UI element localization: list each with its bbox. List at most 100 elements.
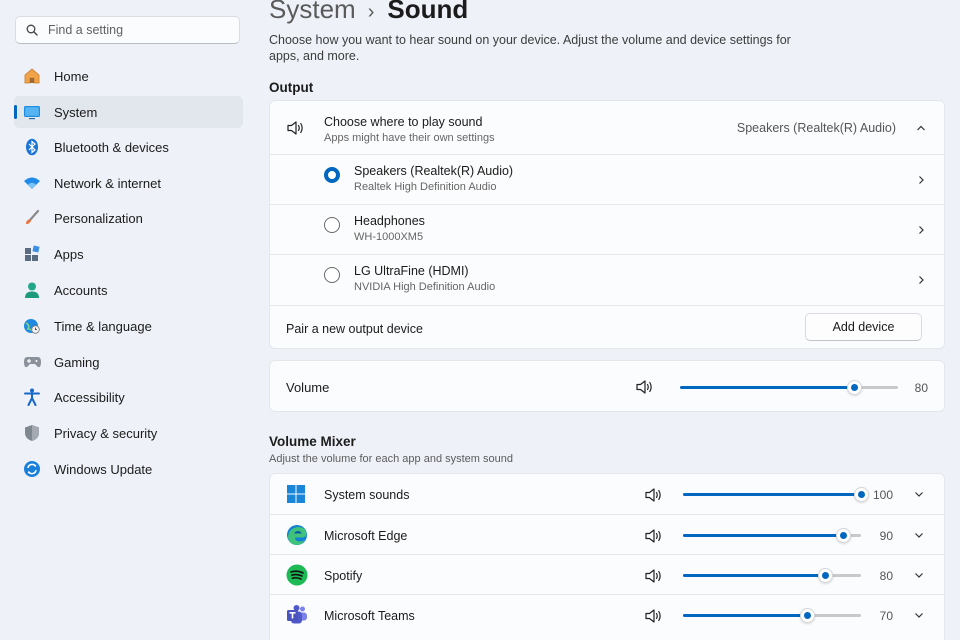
device-row-lg-ultrafine[interactable]: LG UltraFine (HDMI) NVIDIA High Definiti… [270, 254, 944, 305]
device-row-speakers[interactable]: Speakers (Realtek(R) Audio) Realtek High… [270, 154, 944, 204]
speaker-icon[interactable] [644, 487, 664, 503]
brush-icon [22, 208, 42, 228]
app-volume-slider[interactable] [683, 608, 861, 623]
mixer-row-system-sounds: System sounds 100 [270, 474, 944, 514]
sidebar-item-gaming[interactable]: Gaming [14, 346, 243, 378]
sidebar-item-label: Bluetooth & devices [54, 139, 169, 155]
chevron-down-icon[interactable] [914, 530, 924, 540]
breadcrumb-separator: › [367, 1, 375, 23]
chevron-right-icon[interactable] [916, 225, 926, 235]
sidebar-item-time-language[interactable]: Time & language [14, 310, 243, 342]
chevron-right-icon[interactable] [916, 175, 926, 185]
sidebar-item-label: Windows Update [54, 461, 153, 477]
wifi-icon [22, 173, 42, 193]
app-name: Spotify [324, 569, 363, 583]
system-icon [22, 102, 42, 122]
chevron-right-icon[interactable] [916, 275, 926, 285]
spotify-icon [286, 564, 308, 586]
mixer-card: System sounds 100 Microsoft Edge 90 Spot… [269, 473, 945, 640]
device-row-headphones[interactable]: Headphones WH-1000XM5 [270, 204, 944, 254]
sidebar-item-personalization[interactable]: Personalization [14, 202, 243, 234]
slider-thumb[interactable] [846, 380, 862, 395]
chevron-down-icon[interactable] [914, 489, 924, 499]
speaker-icon[interactable] [644, 568, 664, 584]
radio-selected[interactable] [324, 167, 340, 183]
sidebar-item-label: Time & language [54, 318, 152, 334]
slider-thumb[interactable] [817, 568, 833, 583]
mixer-subtitle: Adjust the volume for each app and syste… [269, 453, 513, 465]
radio-unselected[interactable] [324, 217, 340, 233]
volume-card: Volume 80 [269, 360, 945, 412]
update-icon [22, 459, 42, 479]
sidebar-item-privacy[interactable]: Privacy & security [14, 417, 243, 449]
app-name: Microsoft Edge [324, 529, 408, 543]
teams-icon [287, 605, 307, 624]
home-icon [22, 66, 42, 86]
sidebar-item-label: Accounts [54, 282, 108, 298]
volume-label: Volume [286, 380, 330, 395]
sidebar-item-network[interactable]: Network & internet [14, 167, 243, 199]
device-detail: NVIDIA High Definition Audio [354, 281, 496, 293]
device-detail: WH-1000XM5 [354, 231, 424, 243]
sidebar-item-home[interactable]: Home [14, 60, 243, 92]
gamepad-icon [22, 352, 42, 372]
breadcrumb-parent[interactable]: System [269, 0, 356, 25]
breadcrumb: System › Sound [269, 0, 468, 30]
app-volume-slider[interactable] [683, 487, 869, 502]
master-volume-slider[interactable] [680, 380, 898, 395]
sidebar-item-label: System [54, 104, 98, 120]
device-name: Headphones [354, 214, 425, 228]
chevron-up-icon[interactable] [916, 123, 926, 133]
output-card: Choose where to play sound Apps might ha… [269, 100, 945, 349]
slider-thumb[interactable] [800, 608, 816, 623]
sidebar-item-label: Apps [54, 246, 84, 262]
sidebar-item-label: Personalization [54, 210, 143, 226]
app-volume-value: 100 [872, 488, 893, 502]
sidebar-item-label: Home [54, 68, 89, 84]
speaker-icon[interactable] [644, 528, 664, 544]
choose-output-subtitle: Apps might have their own settings [324, 132, 495, 144]
sidebar-item-apps[interactable]: Apps [14, 238, 243, 270]
sidebar-item-accessibility[interactable]: Accessibility [14, 381, 243, 413]
app-volume-value: 90 [879, 529, 893, 543]
output-section-title: Output [269, 80, 314, 95]
speaker-icon[interactable] [644, 608, 664, 624]
mixer-row-microsoft-edge: Microsoft Edge 90 [270, 514, 944, 554]
mixer-row-microsoft-teams: Microsoft Teams 70 [270, 594, 944, 634]
sidebar-item-label: Network & internet [54, 175, 161, 191]
sidebar-item-bluetooth[interactable]: Bluetooth & devices [14, 131, 243, 163]
bluetooth-icon [22, 137, 42, 157]
app-name: System sounds [324, 488, 410, 502]
sidebar-item-label: Gaming [54, 354, 100, 370]
app-volume-value: 70 [879, 609, 893, 623]
windows-icon [287, 485, 305, 503]
slider-thumb[interactable] [853, 487, 869, 502]
sidebar-item-accounts[interactable]: Accounts [14, 274, 243, 306]
search-input[interactable] [48, 23, 228, 37]
add-device-button[interactable]: Add device [805, 313, 922, 341]
device-name: LG UltraFine (HDMI) [354, 264, 469, 278]
edge-icon [287, 525, 307, 545]
speaker-icon[interactable] [635, 379, 655, 395]
sidebar-item-label: Accessibility [54, 389, 125, 405]
sidebar-item-label: Privacy & security [54, 425, 158, 441]
apps-icon [22, 244, 42, 264]
mixer-row-spotify: Spotify 80 [270, 554, 944, 594]
mixer-title: Volume Mixer [269, 434, 356, 449]
device-name: Speakers (Realtek(R) Audio) [354, 164, 514, 178]
sidebar-item-windows-update[interactable]: Windows Update [14, 453, 243, 485]
slider-thumb[interactable] [835, 528, 851, 543]
radio-unselected[interactable] [324, 267, 340, 283]
accessibility-icon [22, 387, 42, 407]
sidebar-item-system[interactable]: System [14, 96, 243, 128]
app-volume-slider[interactable] [683, 568, 861, 583]
choose-output-row[interactable]: Choose where to play sound Apps might ha… [270, 101, 944, 154]
page-description: Choose how you want to hear sound on you… [269, 33, 791, 63]
active-indicator [14, 105, 17, 119]
chevron-down-icon[interactable] [914, 610, 924, 620]
app-volume-slider[interactable] [683, 528, 861, 543]
search-box[interactable] [15, 16, 240, 44]
globe-clock-icon [22, 316, 42, 336]
accounts-icon [22, 280, 42, 300]
chevron-down-icon[interactable] [914, 570, 924, 580]
